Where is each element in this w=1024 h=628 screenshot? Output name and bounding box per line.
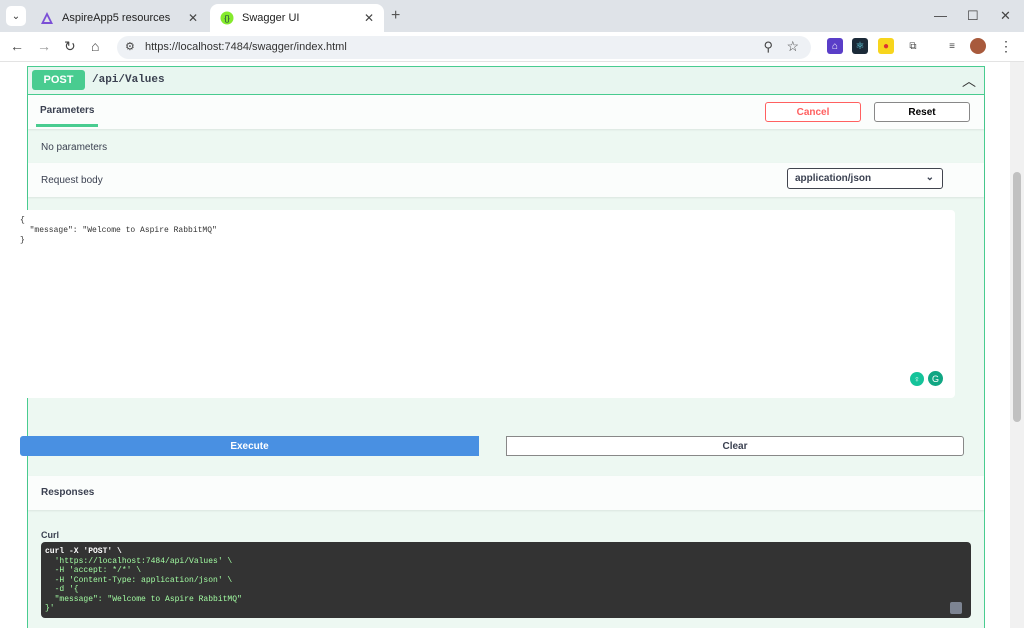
request-body-label: Request body — [41, 175, 103, 186]
react-devtools-icon[interactable]: ⚛ — [852, 38, 868, 54]
tab-label: AspireApp5 resources — [62, 12, 171, 24]
scrollbar-thumb[interactable] — [1013, 172, 1021, 422]
close-tab-icon[interactable]: ✕ — [188, 11, 198, 25]
no-parameters-text: No parameters — [41, 142, 108, 153]
back-icon[interactable]: ← — [10, 38, 24, 54]
curl-line: -d '{ — [45, 585, 79, 594]
operation-summary[interactable]: POST /api/Values ︿ — [28, 67, 984, 95]
tab-label: Swagger UI — [242, 12, 300, 24]
reload-icon[interactable]: ↻ — [64, 38, 76, 55]
profile-avatar[interactable] — [970, 38, 986, 54]
request-body-editor[interactable]: { "message": "Welcome to Aspire RabbitMQ… — [13, 210, 955, 398]
grammar-suggestion-icon[interactable]: ♀ — [910, 372, 924, 386]
content-type-select[interactable]: application/json ⌄ — [787, 168, 943, 189]
chevron-up-icon[interactable]: ︿ — [962, 71, 976, 91]
extension-icon[interactable]: ⌂ — [827, 38, 843, 54]
more-menu-icon[interactable]: ⋮ — [998, 38, 1014, 54]
browser-tab-bar: ⌄ AspireApp5 resources ✕ {} Swagger UI ✕… — [0, 0, 1024, 32]
reset-button[interactable]: Reset — [874, 102, 970, 122]
grammarly-icon[interactable]: G — [928, 371, 943, 386]
execute-button[interactable]: Execute — [20, 436, 479, 456]
clear-button[interactable]: Clear — [506, 436, 964, 456]
aspire-logo-icon — [40, 11, 54, 25]
tab-swagger-ui[interactable]: {} Swagger UI ✕ — [210, 4, 384, 32]
active-tab-indicator — [36, 124, 98, 127]
svg-text:{}: {} — [224, 14, 230, 23]
site-settings-icon[interactable]: ⚙ — [125, 40, 135, 53]
maximize-icon[interactable]: ☐ — [967, 8, 979, 24]
tab-search-chevron-icon[interactable]: ⌄ — [6, 6, 26, 26]
curl-command-block: curl -X 'POST' \ 'https://localhost:7484… — [41, 542, 971, 618]
close-window-icon[interactable]: ✕ — [1000, 8, 1011, 24]
curl-line: -H 'accept: */*' \ — [45, 566, 142, 575]
curl-line: curl -X 'POST' \ — [45, 547, 122, 556]
curl-line: -H 'Content-Type: application/json' \ — [45, 575, 233, 585]
operation-path: /api/Values — [92, 74, 165, 86]
curl-line: }' — [45, 604, 55, 613]
zoom-icon[interactable]: ⚲ — [763, 39, 773, 55]
swagger-page: POST /api/Values ︿ Parameters Cancel Res… — [0, 62, 1010, 628]
content-type-value: application/json — [795, 173, 872, 184]
parameters-header: Parameters Cancel Reset — [28, 95, 984, 129]
page-scrollbar[interactable] — [1010, 62, 1024, 628]
copy-to-clipboard-icon[interactable] — [950, 602, 962, 614]
bookmark-star-icon[interactable]: ☆ — [786, 38, 799, 55]
home-icon[interactable]: ⌂ — [91, 38, 99, 54]
forward-icon[interactable]: → — [37, 38, 51, 54]
curl-line: "message": "Welcome to Aspire RabbitMQ" — [45, 594, 242, 604]
new-tab-icon[interactable]: + — [391, 7, 400, 25]
http-method-badge: POST — [32, 70, 85, 90]
responses-header: Responses — [28, 476, 984, 510]
browser-toolbar: ← → ↻ ⌂ ⚙ https://localhost:7484/swagger… — [0, 32, 1024, 62]
tab-aspire-resources[interactable]: AspireApp5 resources ✕ — [30, 4, 208, 32]
extensions-puzzle-icon[interactable]: ⧉ — [905, 38, 921, 54]
reading-list-icon[interactable]: ≡ — [944, 38, 960, 54]
cancel-button[interactable]: Cancel — [765, 102, 861, 122]
extension-icon[interactable]: ● — [878, 38, 894, 54]
tab-parameters[interactable]: Parameters — [40, 105, 94, 116]
url-text[interactable]: https://localhost:7484/swagger/index.htm… — [145, 41, 347, 53]
close-tab-icon[interactable]: ✕ — [364, 11, 374, 25]
curl-label: Curl — [41, 530, 59, 540]
minimize-icon[interactable]: — — [934, 8, 947, 23]
chevron-down-icon: ⌄ — [925, 172, 934, 183]
responses-label: Responses — [41, 487, 95, 498]
curl-line: 'https://localhost:7484/api/Values' \ — [45, 556, 233, 566]
address-bar[interactable]: ⚙ https://localhost:7484/swagger/index.h… — [117, 36, 811, 59]
swagger-logo-icon: {} — [220, 11, 234, 25]
